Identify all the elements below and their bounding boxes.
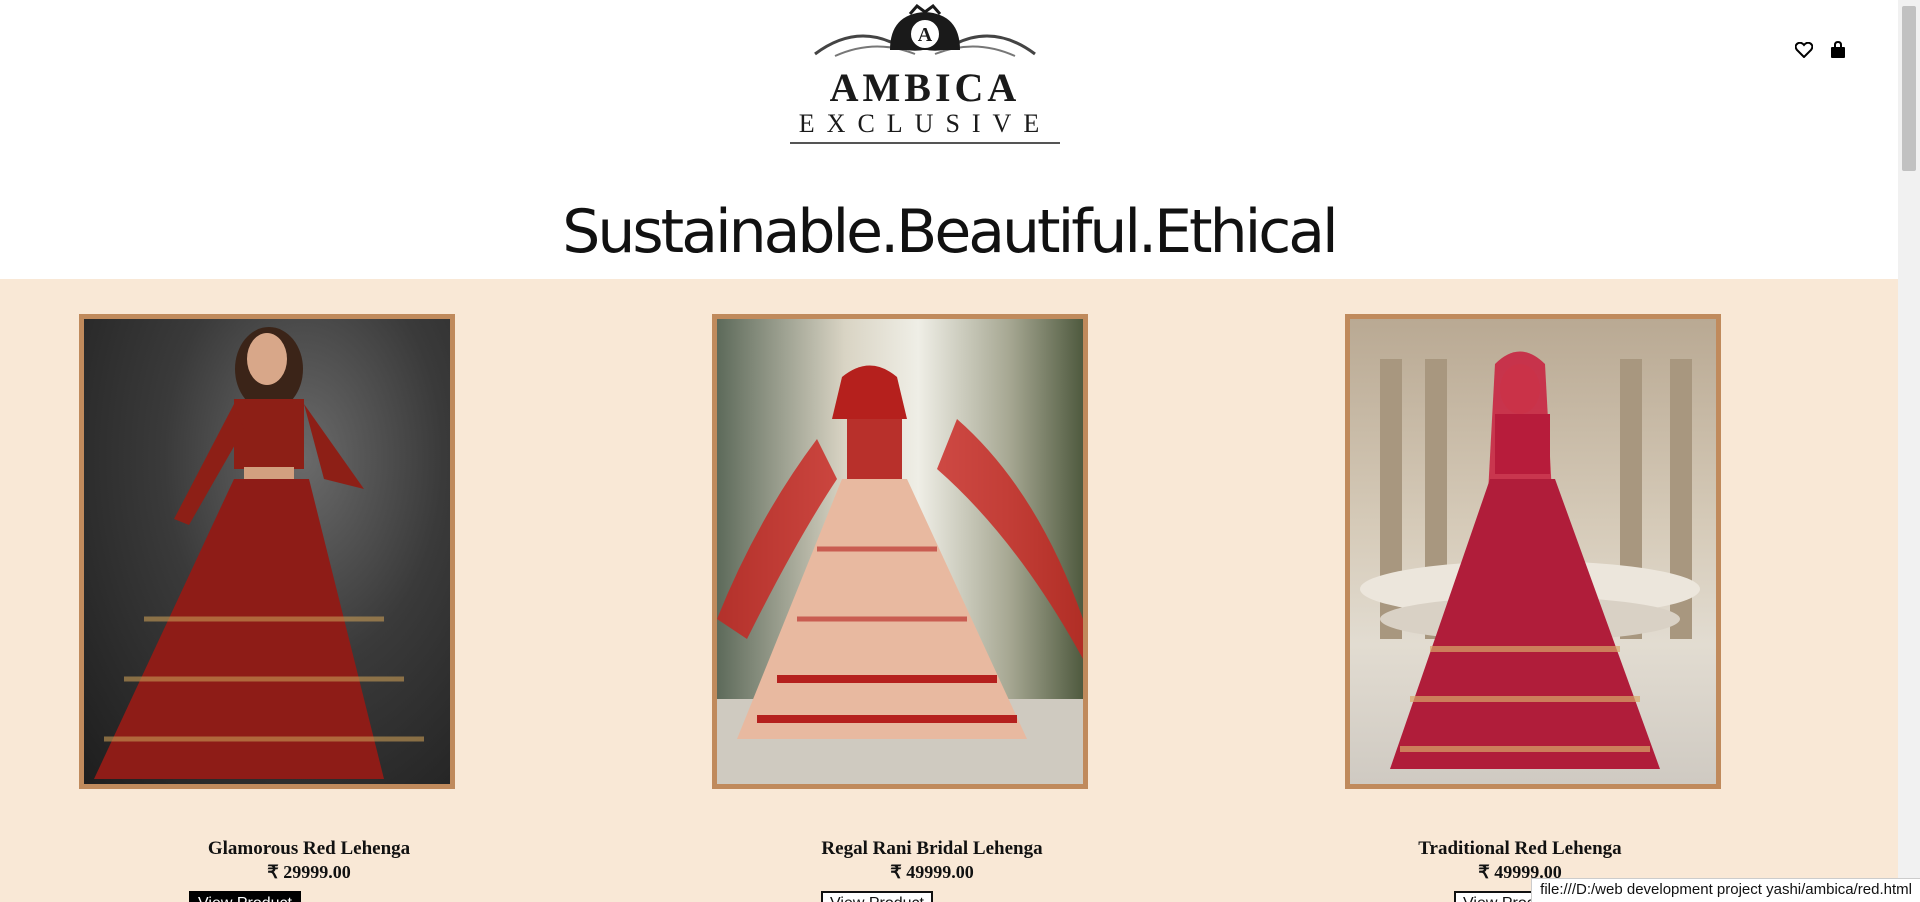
product-image[interactable] bbox=[712, 314, 1088, 789]
logo-divider bbox=[790, 142, 1060, 144]
site-header: A AMBICA EXCLUSIVE Sustainable.Beautiful… bbox=[0, 0, 1898, 279]
crest-letter: A bbox=[918, 24, 933, 46]
product-name[interactable]: Regal Rani Bridal Lehenga bbox=[732, 838, 1132, 860]
product-card: Regal Rani Bridal Lehenga ₹ 49999.00 Vie… bbox=[712, 314, 1088, 902]
browser-status-url: file:///D:/web development project yashi… bbox=[1531, 878, 1920, 902]
product-price: ₹ 49999.00 bbox=[890, 862, 974, 882]
brand-subtitle: EXCLUSIVE bbox=[798, 109, 1052, 138]
header-actions bbox=[1794, 38, 1848, 62]
page-scrollbar[interactable] bbox=[1898, 0, 1920, 902]
product-image[interactable] bbox=[1345, 314, 1721, 789]
product-name[interactable]: Glamorous Red Lehenga bbox=[109, 838, 509, 860]
view-product-button[interactable]: View Product bbox=[821, 891, 933, 902]
scroll-thumb[interactable] bbox=[1902, 6, 1916, 171]
shopping-bag-icon[interactable] bbox=[1828, 38, 1848, 62]
crest-icon: A bbox=[814, 4, 1036, 57]
page-tagline: Sustainable.Beautiful.Ethical bbox=[562, 197, 1338, 267]
product-image[interactable] bbox=[79, 314, 455, 789]
product-grid: Glamorous Red Lehenga ₹ 29999.00 View Pr… bbox=[0, 279, 1898, 902]
view-product-button[interactable]: View Product bbox=[189, 891, 301, 902]
heart-icon[interactable] bbox=[1794, 38, 1814, 62]
brand-name: AMBICA bbox=[829, 65, 1021, 110]
product-price: ₹ 29999.00 bbox=[267, 862, 351, 882]
product-card: Traditional Red Lehenga ₹ 49999.00 View … bbox=[1345, 314, 1721, 902]
brand-logo[interactable]: A AMBICA EXCLUSIVE bbox=[775, 4, 1075, 150]
product-card: Glamorous Red Lehenga ₹ 29999.00 View Pr… bbox=[79, 314, 455, 902]
product-name[interactable]: Traditional Red Lehenga bbox=[1320, 838, 1720, 860]
